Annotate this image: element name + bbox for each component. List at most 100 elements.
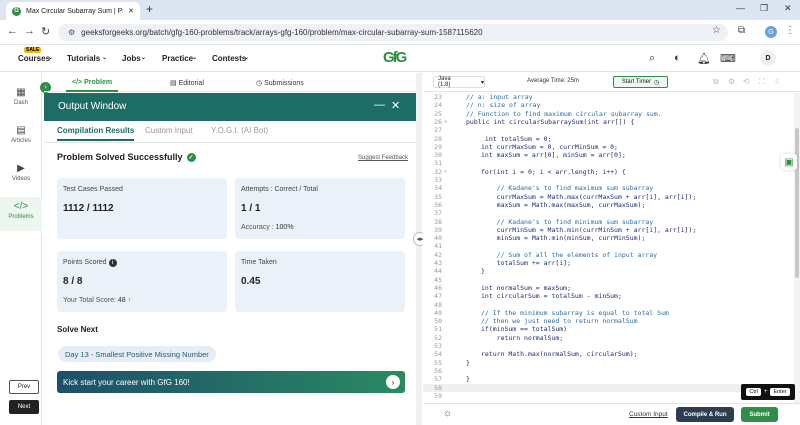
code-line[interactable]: 40 minSum = Math.min(minSum, currMinSum)… bbox=[423, 234, 800, 242]
info-icon[interactable]: i bbox=[108, 259, 117, 267]
prev-button[interactable]: Prev bbox=[9, 380, 39, 394]
code-line[interactable]: 48 bbox=[423, 301, 800, 309]
code-line[interactable]: 51 if(minSum == totalSum) bbox=[423, 325, 800, 333]
code-line[interactable]: 43 totalSum += arr[i]; bbox=[423, 259, 800, 267]
next-button[interactable]: Next bbox=[9, 400, 39, 414]
chat-icon[interactable]: ▣ bbox=[781, 154, 797, 170]
code-line[interactable]: 28 int totalSum = 0; bbox=[423, 135, 800, 143]
next-problem-link[interactable]: Day 13 - Smallest Positive Missing Numbe… bbox=[58, 346, 216, 362]
settings-icon[interactable]: ⚙ bbox=[728, 77, 735, 86]
code-line[interactable]: 38 // Kadane's to find minimum sum subar… bbox=[423, 218, 800, 226]
sidebar-item-dash[interactable]: ▦ Dash bbox=[0, 87, 42, 117]
code-line[interactable]: 50 // then we just need to return normalS… bbox=[423, 317, 800, 325]
code-line[interactable]: 31 bbox=[423, 159, 800, 167]
browser-menu-icon[interactable]: ⋮ bbox=[785, 25, 795, 36]
tab-yogi-ai-bot[interactable]: Y.O.G.I. (AI Bot) bbox=[211, 126, 268, 135]
code-line[interactable]: 42 // Sum of all the elements of input a… bbox=[423, 251, 800, 259]
tab-editorial[interactable]: ▤ Editorial bbox=[170, 79, 204, 87]
code-line[interactable]: 57} bbox=[423, 375, 800, 383]
user-avatar[interactable]: D bbox=[760, 50, 776, 66]
code-line[interactable]: 47 int circularSum = totalSum - minSum; bbox=[423, 292, 800, 300]
code-line[interactable]: 34 // Kadane's to find maximum sum subar… bbox=[423, 184, 800, 192]
nav-tutorials[interactable]: Tutorials bbox=[67, 54, 100, 63]
gfg160-banner[interactable]: Kick start your career with GfG 160! › bbox=[57, 371, 405, 393]
code-line[interactable]: 36 maxSum = Math.max(maxSum, currMaxSum)… bbox=[423, 201, 800, 209]
tab-custom-input[interactable]: Custom Input bbox=[145, 126, 193, 135]
fullscreen-icon[interactable]: ⛶ bbox=[759, 77, 765, 87]
code-line[interactable]: 56 bbox=[423, 367, 800, 375]
panel-divider[interactable] bbox=[416, 73, 422, 425]
code-line[interactable]: 39 currMinSum = Math.min(currMinSum + ar… bbox=[423, 226, 800, 234]
code-line[interactable]: 37 bbox=[423, 209, 800, 217]
code-editor[interactable]: 23 // a: input array 24 // n: size of array… bbox=[423, 93, 800, 403]
code-line[interactable]: 35 currMaxSum = Math.max(currMaxSum + ar… bbox=[423, 193, 800, 201]
sidebar-item-problems[interactable]: </> Problems bbox=[0, 197, 42, 231]
code-line[interactable]: 54 return Math.max(normalSum, circularSum… bbox=[423, 350, 800, 358]
code-line[interactable]: 27 bbox=[423, 126, 800, 134]
forward-icon[interactable]: → bbox=[24, 25, 35, 37]
code-line[interactable]: 29 int currMaxSum = 0, currMinSum = 0; bbox=[423, 143, 800, 151]
gfg-logo[interactable]: GfG bbox=[383, 49, 407, 66]
nav-courses[interactable]: Courses bbox=[18, 54, 50, 63]
jobs-chevron-down-icon[interactable]: ⌄ bbox=[141, 54, 146, 61]
code-line[interactable]: 41 bbox=[423, 242, 800, 250]
start-timer-button[interactable]: Start Timer ◷ bbox=[613, 76, 668, 88]
extensions-icon[interactable]: ⧉ bbox=[738, 25, 745, 36]
nav-contests[interactable]: Contests bbox=[212, 54, 246, 63]
editor-scrollbar[interactable] bbox=[794, 93, 800, 403]
sidebar-item-videos[interactable]: ▶ Videos bbox=[0, 163, 42, 193]
code-line[interactable]: 25 // Function to find maximum circular s… bbox=[423, 110, 800, 118]
bookmark-star-icon[interactable]: ☆ bbox=[712, 25, 721, 36]
code-line[interactable]: 23 // a: input array bbox=[423, 93, 800, 101]
tab-problem[interactable]: </> Problem bbox=[65, 79, 119, 92]
browser-profile-avatar[interactable]: G bbox=[765, 26, 777, 38]
nav-practice[interactable]: Practice bbox=[162, 54, 193, 63]
notifications-bell-icon[interactable]: 🔔︎ bbox=[697, 52, 711, 65]
nav-jobs[interactable]: Jobs bbox=[122, 54, 141, 63]
copy-icon[interactable]: ⧉ bbox=[713, 77, 719, 87]
tab-submissions[interactable]: ◷ Submissions bbox=[256, 79, 304, 87]
bulb-icon[interactable]: ☼ bbox=[443, 408, 452, 419]
reset-icon[interactable]: ⟲ bbox=[743, 77, 750, 86]
minimize-icon[interactable]: — bbox=[736, 3, 745, 13]
tutorials-chevron-down-icon[interactable]: ⌄ bbox=[102, 54, 107, 61]
arrow-right-icon[interactable]: › bbox=[386, 375, 400, 389]
practice-chevron-down-icon[interactable]: ⌄ bbox=[192, 54, 197, 61]
tab-close-icon[interactable]: ✕ bbox=[128, 7, 134, 15]
tab-compilation-results[interactable]: Compilation Results bbox=[57, 126, 135, 141]
code-line[interactable]: 32 ▾ for(int i = 0; i < arr.length; i++) { bbox=[423, 168, 800, 176]
maximize-icon[interactable]: ❐ bbox=[760, 3, 768, 14]
contests-chevron-down-icon[interactable]: ⌄ bbox=[244, 54, 249, 61]
code-line[interactable]: 53 bbox=[423, 342, 800, 350]
code-line[interactable]: 46 int normalSum = maxSum; bbox=[423, 284, 800, 292]
sidebar-item-articles[interactable]: ▤ Articles bbox=[0, 125, 42, 155]
theme-icon[interactable]: ☾ bbox=[775, 77, 782, 86]
theme-toggle-icon[interactable]: ◐ bbox=[674, 52, 681, 64]
browser-tab[interactable]: G Max Circular Subarray Sum | Pr ✕ bbox=[6, 2, 140, 20]
back-icon[interactable]: ← bbox=[7, 25, 18, 37]
code-line[interactable]: 26 ▾ public int circularSubarraySum(int ar… bbox=[423, 118, 800, 126]
code-line[interactable]: 33 bbox=[423, 176, 800, 184]
search-icon[interactable]: ⌕ bbox=[649, 52, 655, 65]
minimize-output-icon[interactable]: — bbox=[374, 99, 385, 111]
scrollbar-thumb[interactable] bbox=[795, 128, 799, 278]
site-info-icon[interactable]: ⚙ bbox=[68, 28, 75, 37]
url-field[interactable]: ⚙ geeksforgeeks.org/batch/gfg-160-proble… bbox=[58, 24, 728, 41]
close-output-icon[interactable]: ✕ bbox=[391, 99, 400, 112]
custom-input-link[interactable]: Custom Input bbox=[629, 411, 668, 418]
language-select[interactable]: Java (1.8) ▾ bbox=[433, 76, 485, 88]
fold-chevron-icon[interactable]: ▾ bbox=[444, 168, 447, 176]
submit-button[interactable]: Submit bbox=[741, 407, 778, 422]
code-line[interactable]: 24 // n: size of array bbox=[423, 101, 800, 109]
code-line[interactable]: 44} bbox=[423, 267, 800, 275]
window-close-icon[interactable]: ✕ bbox=[784, 3, 792, 14]
new-tab-icon[interactable]: + bbox=[146, 2, 153, 16]
code-line[interactable]: 30 int maxSum = arr[0], minSum = arr[0]; bbox=[423, 151, 800, 159]
translate-icon[interactable]: ⌨ bbox=[720, 52, 736, 65]
code-line[interactable]: 52 return normalSum; bbox=[423, 334, 800, 342]
code-line[interactable]: 45 bbox=[423, 276, 800, 284]
courses-chevron-down-icon[interactable]: ⌄ bbox=[48, 54, 53, 61]
code-line[interactable]: 49 // If the minimum subarray is equal to… bbox=[423, 309, 800, 317]
compile-run-button[interactable]: Compile & Run bbox=[676, 407, 734, 422]
code-line[interactable]: 55} bbox=[423, 359, 800, 367]
